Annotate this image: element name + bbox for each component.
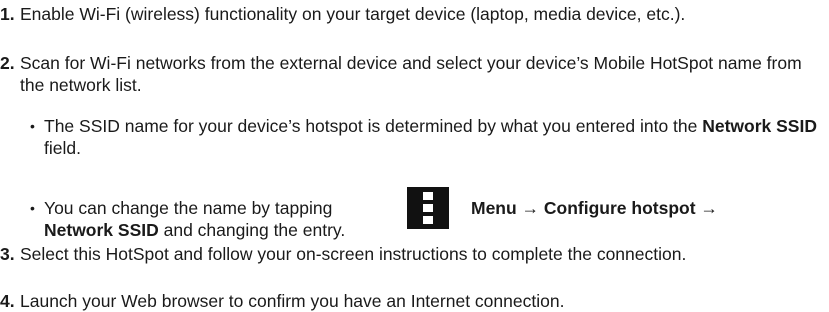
step-number: 3. <box>0 244 15 264</box>
step-text: Enable Wi-Fi (wireless) functionality on… <box>20 4 686 24</box>
bullet-text-end: field. <box>44 138 81 158</box>
network-ssid-label: Network SSID <box>702 116 817 136</box>
menu-path-text: Menu → Configure hotspot → <box>471 198 718 218</box>
bullet-text: Network SSID and changing the entry. <box>44 219 820 241</box>
bullet-text-end: and changing the entry. <box>158 220 346 240</box>
step-number: 4. <box>0 291 15 311</box>
bullet-text-start: The SSID name for your device’s hotspot … <box>44 116 703 136</box>
network-ssid-label: Network SSID <box>44 220 159 240</box>
bullet-dot: • <box>30 200 35 216</box>
instructions-document: 1. Enable Wi-Fi (wireless) functionality… <box>0 0 829 311</box>
step-text: Launch your Web browser to confirm you h… <box>20 291 565 311</box>
bullet-text: The SSID name for your device’s hotspot … <box>44 115 820 159</box>
step-number: 1. <box>0 4 15 24</box>
step-text: Scan for Wi-Fi networks from the externa… <box>20 53 802 95</box>
step-number: 2. <box>0 53 15 73</box>
bullet-dot: • <box>30 118 35 134</box>
step-text: Select this HotSpot and follow your on-s… <box>20 244 687 264</box>
